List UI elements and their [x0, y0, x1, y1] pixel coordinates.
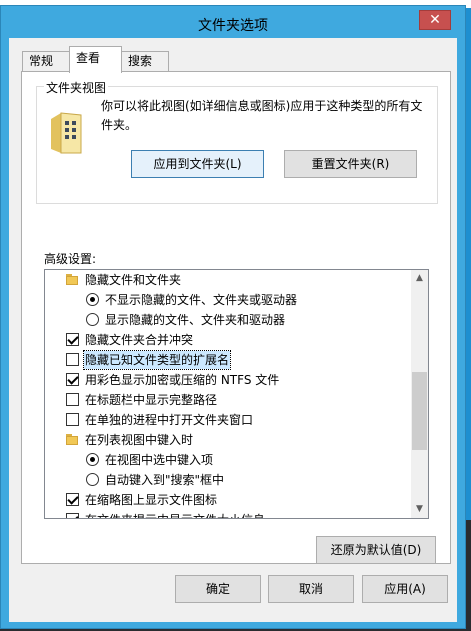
tab-search[interactable]: 搜索: [121, 51, 169, 72]
scrollbar-thumb[interactable]: [412, 372, 427, 450]
scroll-down-arrow-icon[interactable]: ▼: [411, 501, 428, 518]
list-item-label: 显示隐藏的文件、文件夹和驱动器: [105, 313, 286, 327]
list-item[interactable]: 不显示隐藏的文件、文件夹或驱动器: [45, 290, 410, 310]
close-icon: ✕: [429, 12, 441, 28]
folder-options-dialog: 文件夹选项 ✕ 常规 查看 搜索 文件夹视图 你可以将此视图(如详细信息或图标)…: [0, 5, 466, 629]
list-item-label: 隐藏文件夹合并冲突: [85, 333, 194, 347]
apply-button[interactable]: 应用(A): [362, 575, 448, 603]
folder-views-title: 文件夹视图: [44, 79, 109, 96]
folder-icon: [66, 274, 78, 285]
folder-views-description: 你可以将此视图(如详细信息或图标)应用于这种类型的所有文件夹。: [101, 99, 423, 132]
list-item-label: 在单独的进程中打开文件夹窗口: [85, 413, 254, 427]
list-item-label: 不显示隐藏的文件、文件夹或驱动器: [105, 293, 298, 307]
list-item[interactable]: 隐藏文件夹合并冲突: [45, 330, 410, 350]
title-bar[interactable]: 文件夹选项 ✕: [1, 6, 465, 38]
checkbox[interactable]: [66, 513, 79, 518]
list-item[interactable]: 自动键入到"搜索"框中: [45, 470, 410, 490]
list-item[interactable]: 在视图中选中键入项: [45, 450, 410, 470]
list-item[interactable]: 隐藏已知文件类型的扩展名: [45, 350, 410, 370]
tab-general[interactable]: 常规: [22, 51, 70, 72]
radio-button[interactable]: [86, 313, 99, 326]
tab-view[interactable]: 查看: [69, 46, 122, 73]
scroll-up-arrow-icon[interactable]: ▲: [411, 270, 428, 287]
list-item-label: 在列表视图中键入时: [85, 433, 194, 447]
dialog-client-area: 常规 查看 搜索 文件夹视图 你可以将此视图(如详细信息或图标)应用于这种类型的…: [9, 38, 457, 622]
advanced-settings-label: 高级设置:: [44, 252, 97, 266]
list-item[interactable]: 在单独的进程中打开文件夹窗口: [45, 410, 410, 430]
list-item-label: 在文件夹提示中显示文件大小信息: [85, 510, 265, 518]
close-button[interactable]: ✕: [419, 10, 451, 30]
list-item: 隐藏文件和文件夹: [45, 270, 410, 290]
advanced-settings-tree[interactable]: 隐藏文件和文件夹 不显示隐藏的文件、文件夹或驱动器 显示隐藏的文件、文件夹和驱动…: [44, 269, 429, 519]
list-item-label: 隐藏文件和文件夹: [85, 273, 182, 287]
vertical-scrollbar[interactable]: ▲ ▼: [411, 270, 428, 518]
list-item-label: 在缩略图上显示文件图标: [85, 493, 218, 507]
folder-views-icon: [51, 112, 82, 154]
list-item[interactable]: 显示隐藏的文件、文件夹和驱动器: [45, 310, 410, 330]
folder-icon: [66, 434, 78, 445]
list-item-label: 在标题栏中显示完整路径: [85, 393, 218, 407]
list-item[interactable]: 在标题栏中显示完整路径: [45, 390, 410, 410]
checkbox[interactable]: [66, 353, 79, 366]
reset-folders-button[interactable]: 重置文件夹(R): [284, 150, 417, 178]
list-item-label: 用彩色显示加密或压缩的 NTFS 文件: [85, 373, 280, 387]
list-item-label: 在视图中选中键入项: [105, 453, 214, 467]
ok-button[interactable]: 确定: [175, 575, 261, 603]
list-item[interactable]: 在文件夹提示中显示文件大小信息: [45, 510, 410, 518]
checkbox[interactable]: [66, 413, 79, 426]
checkbox[interactable]: [66, 393, 79, 406]
dialog-title: 文件夹选项: [198, 18, 268, 34]
checkbox[interactable]: [66, 373, 79, 386]
apply-to-folders-button[interactable]: 应用到文件夹(L): [131, 150, 264, 178]
list-item-label: 自动键入到"搜索"框中: [105, 473, 225, 487]
checkbox[interactable]: [66, 333, 79, 346]
radio-button[interactable]: [86, 293, 99, 306]
radio-button[interactable]: [86, 473, 99, 486]
list-item[interactable]: 用彩色显示加密或压缩的 NTFS 文件: [45, 370, 410, 390]
checkbox[interactable]: [66, 493, 79, 506]
list-item[interactable]: 在缩略图上显示文件图标: [45, 490, 410, 510]
cancel-button[interactable]: 取消: [268, 575, 354, 603]
view-tab-panel: 文件夹视图 你可以将此视图(如详细信息或图标)应用于这种类型的所有文件夹。 应用…: [21, 71, 451, 564]
restore-defaults-button[interactable]: 还原为默认值(D): [316, 536, 436, 564]
radio-button[interactable]: [86, 453, 99, 466]
list-item: 在列表视图中键入时: [45, 430, 410, 450]
folder-views-group: 文件夹视图 你可以将此视图(如详细信息或图标)应用于这种类型的所有文件夹。 应用…: [36, 79, 438, 204]
list-item-label-selected: 隐藏已知文件类型的扩展名: [82, 350, 232, 370]
